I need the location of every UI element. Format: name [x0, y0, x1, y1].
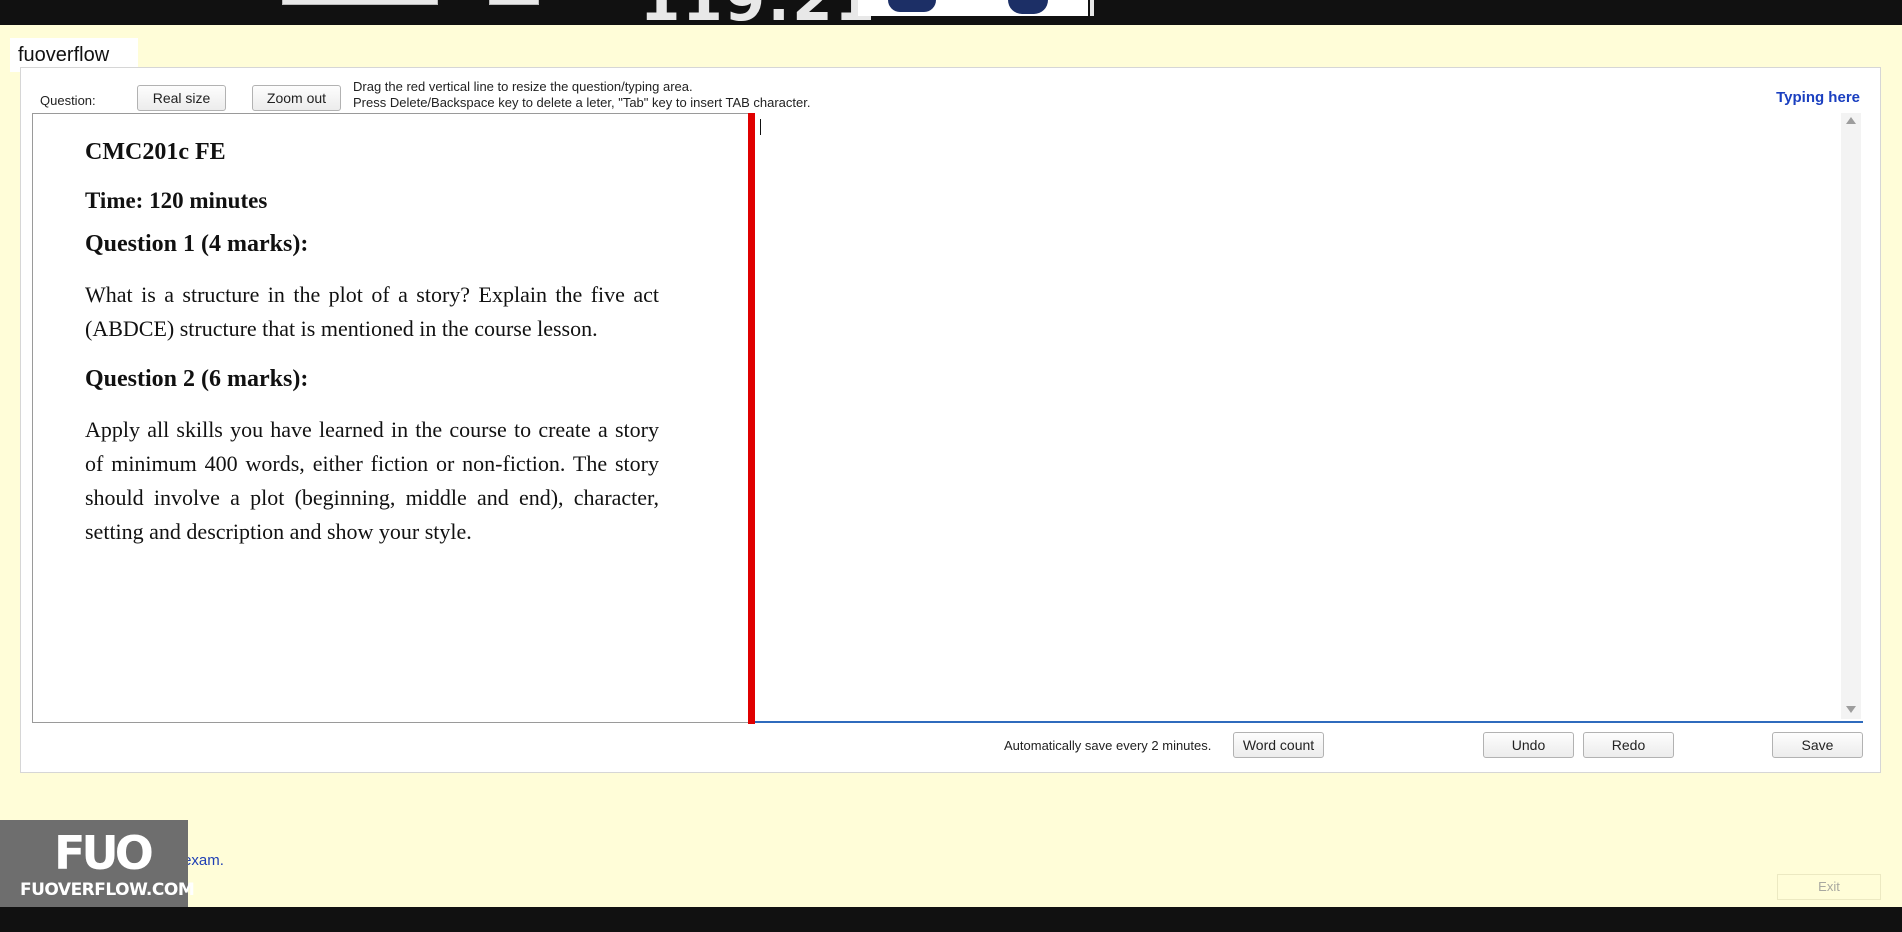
header-image-left-icon [888, 0, 936, 12]
undo-button[interactable]: Undo [1483, 732, 1574, 758]
resize-hint-text: Drag the red vertical line to resize the… [353, 79, 693, 94]
exit-button[interactable]: Exit [1777, 874, 1881, 900]
header-separator [1090, 0, 1094, 16]
typing-here-label: Typing here [1776, 89, 1860, 106]
scroll-down-arrow-icon[interactable] [1846, 706, 1856, 713]
typing-scrollbar[interactable] [1841, 113, 1861, 719]
autosave-status-text: Automatically save every 2 minutes. [1004, 738, 1212, 753]
save-button[interactable]: Save [1772, 732, 1863, 758]
question-2-heading: Question 2 (6 marks): [85, 366, 309, 392]
exam-title: CMC201c FE [85, 139, 226, 165]
question-1-heading: Question 1 (4 marks): [85, 231, 309, 257]
typing-pane [755, 113, 1863, 723]
resize-divider-handle[interactable] [748, 113, 755, 724]
answer-textarea[interactable] [755, 113, 1841, 719]
real-size-button[interactable]: Real size [137, 85, 226, 111]
word-count-button[interactable]: Word count [1233, 732, 1324, 758]
question-label: Question: [40, 93, 96, 108]
header-dropdown-control[interactable] [282, 0, 438, 5]
bottom-bar [0, 907, 1902, 932]
scroll-up-arrow-icon[interactable] [1846, 117, 1856, 124]
fuo-logo-mark: FUO [54, 826, 154, 880]
zoom-out-button[interactable]: Zoom out [252, 85, 341, 111]
question-1-body: What is a structure in the plot of a sto… [85, 282, 659, 341]
redo-button[interactable]: Redo [1583, 732, 1674, 758]
question-2-body: Apply all skills you have learned in the… [85, 417, 659, 544]
header-image-right-icon [1008, 0, 1048, 14]
text-cursor [760, 119, 761, 135]
top-header-bar: 119:21 [0, 0, 1902, 25]
fuoverflow-watermark-logo: FUO FUOVERFLOW.COM [0, 820, 195, 907]
fuo-logo-site-text: FUOVERFLOW.COM [20, 880, 195, 900]
question-pane[interactable]: CMC201c FE Time: 120 minutes Question 1 … [32, 113, 750, 723]
header-small-control[interactable] [489, 0, 539, 5]
countdown-timer: 119:21 [640, 0, 877, 25]
question-content: CMC201c FE Time: 120 minutes Question 1 … [85, 139, 659, 549]
header-image-strip [858, 0, 1088, 16]
keyboard-hint-text: Press Delete/Backspace key to delete a l… [353, 95, 811, 110]
exam-time: Time: 120 minutes [85, 188, 268, 213]
